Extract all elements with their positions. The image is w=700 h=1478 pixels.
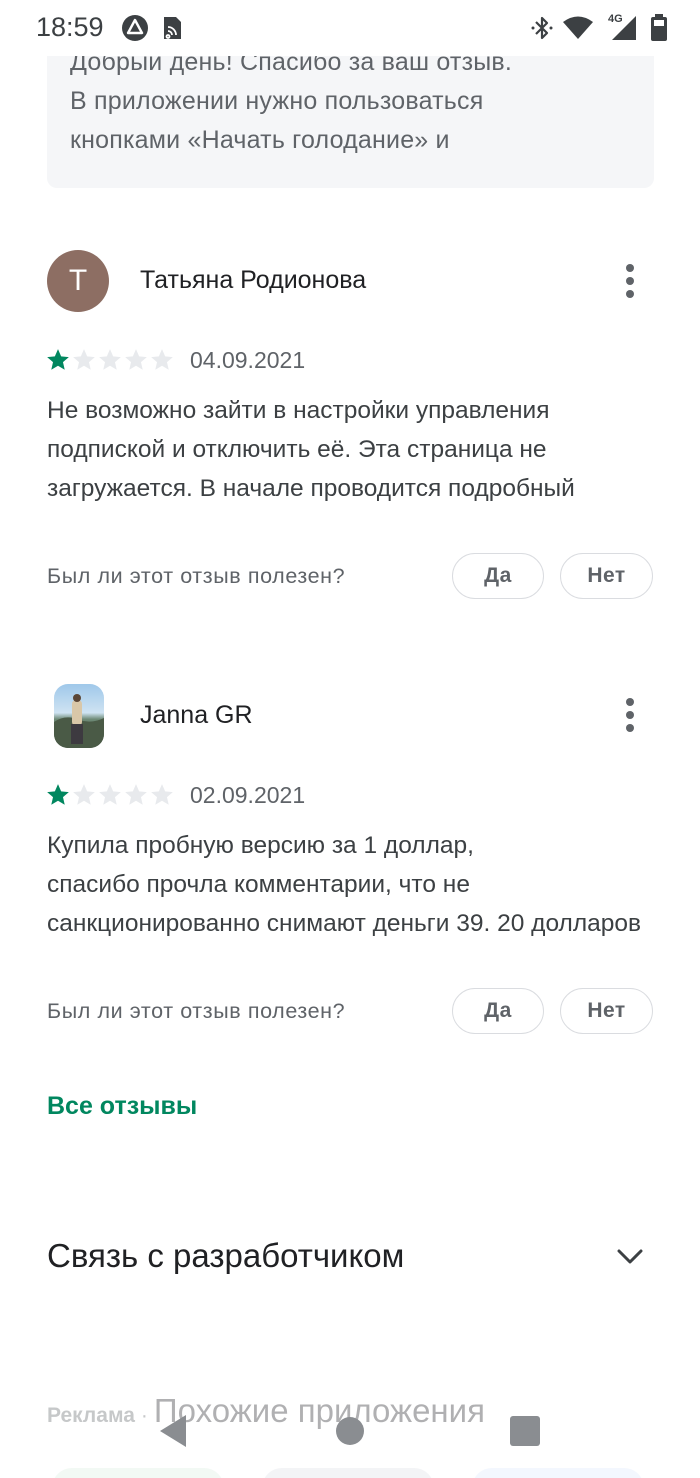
review-text[interactable]: Купила пробную версию за 1 доллар, спаси… (47, 826, 657, 943)
star-empty-icon (73, 784, 95, 805)
back-icon[interactable] (156, 1413, 190, 1449)
star-empty-icon (151, 784, 173, 805)
status-time: 18:59 (36, 12, 104, 42)
helpful-no-button[interactable]: Нет (560, 553, 653, 599)
status-bar: 18:59 4G (0, 0, 700, 56)
review-date: 04.09.2021 (190, 347, 306, 373)
all-reviews-link[interactable]: Все отзывы (47, 1092, 197, 1121)
reply-fade (464, 120, 654, 160)
helpful-yes-button[interactable]: Да (452, 988, 544, 1034)
helpful-no-button[interactable]: Нет (560, 988, 653, 1034)
helpful-question: Был ли этот отзыв полезен? (47, 564, 346, 588)
star-rating (45, 347, 175, 373)
play-store-app-page: 18:59 4G Добрый день! Спасибо за ваш отз… (0, 0, 700, 1478)
battery-icon (651, 14, 667, 41)
star-empty-icon (99, 784, 121, 805)
reviewer-name: Janna GR (140, 701, 253, 729)
review-text-line: подпиской и отключить её. Эта страница н… (47, 436, 547, 463)
reply-line: кнопками «Начать голодание» и (70, 126, 450, 154)
review-text-line: Купила пробную версию за 1 доллар, (47, 832, 474, 859)
star-empty-icon (99, 349, 121, 370)
reviewer-name: Татьяна Родионова (140, 266, 367, 294)
review-text-line: Не возможно зайти в настройки управления (47, 397, 550, 424)
star-filled-icon (47, 784, 69, 805)
reply-line: В приложении нужно пользоваться (70, 87, 484, 115)
star-empty-icon (151, 349, 173, 370)
developer-contact-title[interactable]: Связь с разработчиком (47, 1237, 404, 1275)
wifi-icon (563, 16, 593, 39)
bluetooth-icon (531, 16, 553, 40)
review-date: 02.09.2021 (190, 782, 306, 808)
avatar (54, 684, 104, 748)
recents-icon[interactable] (509, 1415, 541, 1447)
star-filled-icon (47, 349, 69, 370)
more-options-icon[interactable] (610, 695, 650, 735)
notification-icon (122, 15, 148, 41)
chevron-down-icon[interactable] (614, 1240, 646, 1272)
review-text-line: санкционированно снимают деньги 39. 20 д… (47, 910, 642, 937)
more-options-icon[interactable] (610, 261, 650, 301)
review-text-line: спасибо прочла комментарии, что не (47, 871, 470, 898)
cast-icon (164, 17, 181, 39)
avatar-photo (54, 684, 104, 748)
navigation-bar (0, 1395, 700, 1478)
signal-4g-icon (612, 16, 636, 40)
star-empty-icon (125, 349, 147, 370)
review-text[interactable]: Не возможно зайти в настройки управления… (47, 391, 657, 508)
avatar: Т (47, 250, 109, 312)
star-empty-icon (125, 784, 147, 805)
star-empty-icon (73, 349, 95, 370)
review-text-line: загружается. В начале проводится подробн… (47, 475, 575, 502)
home-icon[interactable] (335, 1416, 365, 1446)
helpful-yes-button[interactable]: Да (452, 553, 544, 599)
helpful-question: Был ли этот отзыв полезен? (47, 999, 346, 1023)
star-rating (45, 782, 175, 808)
